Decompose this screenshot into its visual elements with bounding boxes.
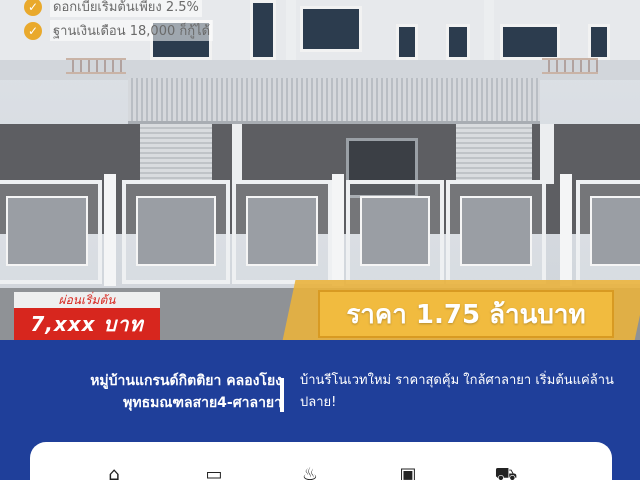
fence-panel — [346, 180, 444, 284]
pillar — [540, 124, 554, 184]
shower-icon: ♨ — [301, 464, 319, 480]
fence-panel — [0, 180, 102, 284]
fence-post — [560, 174, 572, 286]
check-circle-icon: ✓ — [24, 0, 42, 16]
fence-panel — [446, 180, 546, 284]
promo-bullet: ✓ ดอกเบี้ยเริ่มต้นเพียง 2.5% — [24, 0, 202, 17]
window-shutter — [140, 124, 212, 180]
upper-window — [446, 24, 470, 60]
bed-icon: ▭ — [205, 464, 223, 480]
project-description: บ้านรีโนเวทใหม่ ราคาสุดคุ้ม ใกล้ศาลายา เ… — [300, 373, 614, 410]
carport-awning — [128, 78, 540, 124]
balcony-railing — [66, 58, 126, 74]
pillar — [484, 0, 494, 60]
promo-bullet-text: ดอกเบี้ยเริ่มต้นเพียง 2.5% — [50, 0, 202, 17]
features-card: ⌂ ▭ ♨ ▣ ⛟ — [30, 442, 612, 480]
divider — [280, 378, 284, 412]
project-title: หมู่บ้านแกรนด์กิตติยา คลองโยง พุทธมณฑลสา… — [20, 370, 282, 414]
fence-post — [104, 174, 116, 286]
upper-window — [396, 24, 418, 60]
installment-value: 7,xxx บาท — [14, 308, 160, 340]
upper-window — [500, 24, 560, 60]
fence-panel — [232, 180, 332, 284]
upper-window — [250, 0, 276, 60]
appliances-icon: ▣ — [399, 464, 417, 480]
price-badge: ราคา 1.75 ล้านบาท — [318, 290, 614, 338]
pillar — [232, 124, 242, 184]
upper-window — [300, 6, 362, 52]
front-fence — [0, 174, 640, 290]
balcony-railing — [542, 58, 598, 74]
house-icon: ⌂ — [108, 464, 120, 480]
check-circle-icon: ✓ — [24, 21, 42, 40]
installment-label: ผ่อนเริ่มต้น — [14, 292, 160, 308]
promo-bullet: ✓ ฐานเงินเดือน 18,000 ก็กู้ได้ — [24, 20, 214, 41]
project-title-line1: หมู่บ้านแกรนด์กิตติยา คลองโยง — [90, 373, 282, 389]
promo-bullet-text: ฐานเงินเดือน 18,000 ก็กู้ได้ — [50, 20, 214, 41]
price-text: ราคา 1.75 ล้านบาท — [346, 300, 586, 330]
upper-window — [588, 24, 610, 60]
fence-panel — [122, 180, 230, 284]
fence-panel — [576, 180, 640, 284]
project-title-line2: พุทธมณฑลสาย4-ศาลายา — [123, 395, 282, 411]
fence-post — [332, 174, 344, 286]
car-icon: ⛟ — [494, 464, 518, 480]
pillar — [286, 0, 296, 60]
window-shutter — [456, 124, 532, 180]
